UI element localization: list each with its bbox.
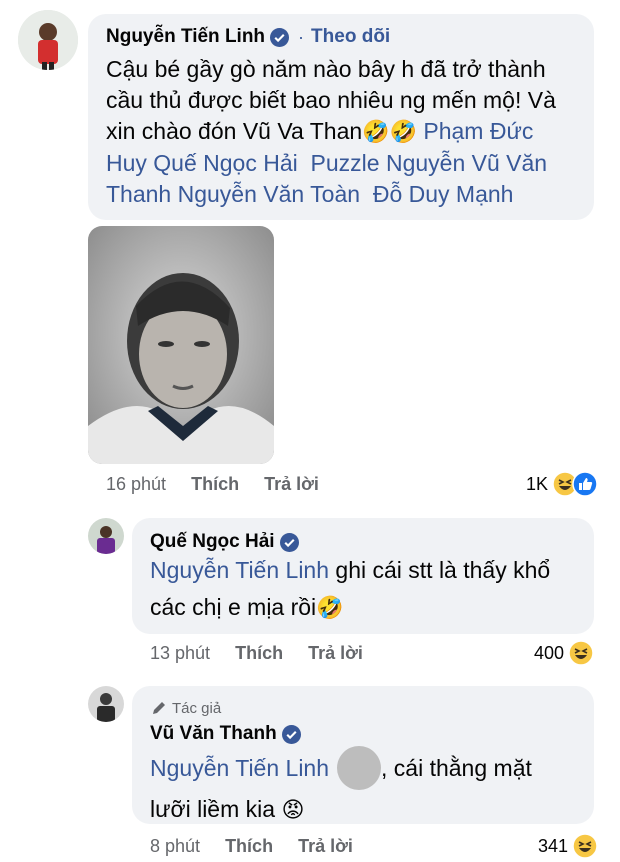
avatar-image [88, 686, 124, 722]
comment-text-3: Nguyễn Tiến Linh , cái thằng mặt lưỡi li… [150, 746, 590, 826]
avatar-que-ngoc-hai[interactable] [88, 518, 124, 554]
author-badge: Tác giả [150, 699, 221, 717]
pen-icon [153, 702, 165, 714]
text-line: Thanh Nguyễn Văn Toàn Đỗ Duy Mạnh [106, 179, 586, 210]
reply-button[interactable]: Trả lời [264, 474, 319, 494]
follow-button[interactable]: Theo dõi [311, 26, 390, 48]
text-span: ghi cái stt là thấy khổ [335, 557, 551, 583]
timestamp[interactable]: 13 phút [150, 643, 210, 663]
mention-link[interactable]: Quế Ngọc Hải [153, 150, 297, 176]
photo-image [88, 226, 274, 464]
reply-button[interactable]: Trả lời [298, 836, 353, 856]
text-line: Huy Quế Ngọc Hải Puzzle Nguyễn Vũ Văn [106, 148, 586, 179]
like-button[interactable]: Thích [225, 836, 273, 856]
mention-link[interactable]: Đỗ Duy Mạnh [373, 181, 514, 207]
mention-link[interactable]: Nguyễn Tiến Linh [150, 557, 329, 583]
like-button[interactable]: Thích [191, 474, 239, 494]
timestamp[interactable]: 16 phút [106, 474, 166, 494]
mention-link[interactable]: Thanh [106, 181, 171, 207]
verified-icon [281, 724, 301, 744]
verified-icon [270, 27, 290, 47]
text-span: các chị e mịa rồi [150, 594, 317, 620]
text-span: lưỡi liềm kia [150, 796, 276, 822]
avatar-vu-van-thanh[interactable] [88, 686, 124, 722]
verified-icon [279, 532, 299, 552]
reply-button[interactable]: Trả lời [308, 643, 363, 663]
text-line: Nguyễn Tiến Linh ghi cái stt là thấy khổ [150, 555, 590, 586]
text-span: xin chào đón Vũ Va Than [106, 118, 363, 144]
reaction-count: 1K [526, 473, 549, 494]
text-line: lưỡi liềm kia 😡 [150, 794, 590, 826]
author-badge-label: Tác giả [172, 699, 222, 717]
angry-emoji: 😡 [281, 798, 305, 823]
text-line: các chị e mịa rồi🤣 [150, 592, 590, 624]
haha-icon [568, 640, 594, 666]
reaction-summary-2[interactable]: 400 [534, 640, 594, 666]
timestamp[interactable]: 8 phút [150, 836, 200, 856]
text-line: xin chào đón Vũ Va Than🤣🤣 Phạm Đức [106, 116, 586, 148]
mention-link[interactable]: Puzzle Nguyễn Vũ Văn [311, 150, 548, 176]
reaction-summary-3[interactable]: 341 [538, 833, 598, 859]
mention-link[interactable]: Nguyễn Tiến Linh [150, 753, 329, 784]
author-name[interactable]: Vũ Văn Thanh [150, 723, 277, 745]
reaction-summary-1[interactable]: 1K [526, 471, 598, 497]
text-line: Nguyễn Tiến Linh , cái thằng mặt [150, 746, 590, 790]
laugh-emoji: 🤣 [316, 596, 344, 621]
reaction-count: 341 [538, 835, 569, 856]
comment-header-3: Vũ Văn Thanh [150, 723, 301, 745]
like-icon [572, 471, 598, 497]
avatar-image [88, 518, 124, 554]
avatar-image [18, 10, 78, 70]
avatar-nguyen-tien-linh[interactable] [18, 10, 78, 70]
laugh-emoji: 🤣🤣 [362, 120, 417, 145]
mention-link[interactable]: Huy [106, 150, 147, 176]
mention-link[interactable]: Nguyễn Văn Toàn [178, 181, 360, 207]
author-name[interactable]: Quế Ngọc Hải [150, 531, 275, 553]
text-line: cầu thủ được biết bao nhiêu ng mến mộ! V… [106, 87, 556, 113]
haha-icon [572, 833, 598, 859]
like-button[interactable]: Thích [235, 643, 283, 663]
comment-meta-1: 16 phút Thích Trả lời [106, 474, 339, 495]
mention-link[interactable]: Phạm Đức [423, 118, 533, 144]
comment-photo[interactable] [88, 226, 274, 464]
comment-text-2: Nguyễn Tiến Linh ghi cái stt là thấy khổ… [150, 555, 590, 624]
comment-meta-2: 13 phút Thích Trả lời [150, 643, 383, 664]
text-span: , cái thằng mặt [381, 754, 532, 781]
comment-header-1: Nguyễn Tiến Linh · Theo dõi [106, 26, 390, 48]
reaction-count: 400 [534, 642, 565, 663]
comment-header-2: Quế Ngọc Hải [150, 531, 299, 553]
comment-text-1: Cậu bé gầy gò năm nào bây h đã trở thành… [106, 54, 586, 210]
text-line: Cậu bé gầy gò năm nào bây h đã trở thành [106, 56, 546, 82]
author-name[interactable]: Nguyễn Tiến Linh [106, 26, 265, 48]
separator-dot: · [298, 26, 305, 47]
comment-meta-3: 8 phút Thích Trả lời [150, 836, 373, 857]
redacted-mark [337, 746, 382, 790]
